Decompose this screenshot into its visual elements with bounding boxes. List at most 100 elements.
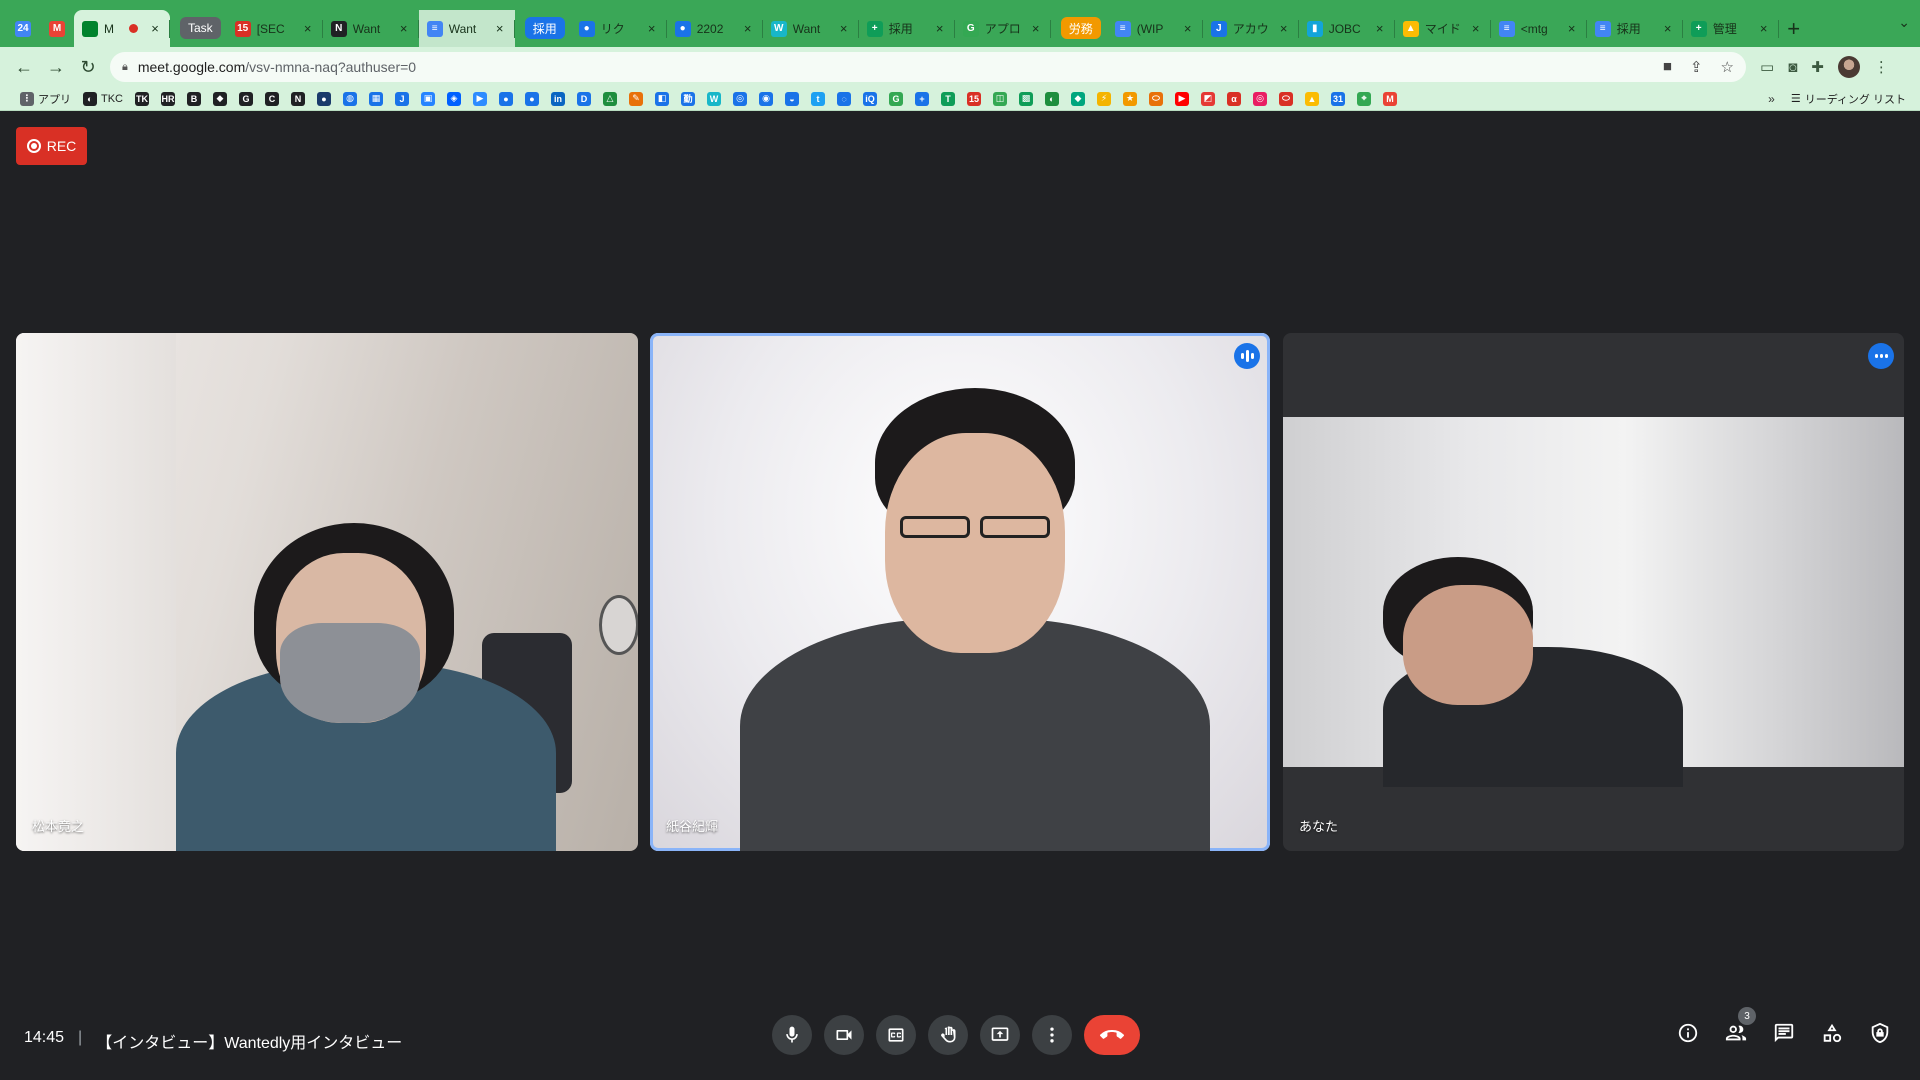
bookmark-item[interactable]: α: [1221, 89, 1247, 109]
bookmark-item[interactable]: ✎: [623, 89, 649, 109]
close-tab-icon[interactable]: ×: [1373, 21, 1387, 36]
close-tab-icon[interactable]: ×: [1029, 21, 1043, 36]
close-tab-icon[interactable]: ×: [645, 21, 659, 36]
bookmark-item[interactable]: G: [233, 89, 259, 109]
bookmark-item[interactable]: △: [597, 89, 623, 109]
bookmark-item[interactable]: T: [935, 89, 961, 109]
bookmark-item[interactable]: HR: [155, 89, 181, 109]
close-tab-icon[interactable]: ×: [741, 21, 755, 36]
bookmark-item[interactable]: ▣: [415, 89, 441, 109]
browser-tab[interactable]: M ×: [74, 10, 170, 47]
people-button[interactable]: 3: [1722, 1007, 1756, 1047]
back-button[interactable]: ←: [8, 51, 40, 83]
bookmark-item[interactable]: C: [259, 89, 285, 109]
bookmark-item[interactable]: D: [571, 89, 597, 109]
browser-tab[interactable]: G アプロ ×: [955, 10, 1051, 47]
bookmark-item[interactable]: ●: [493, 89, 519, 109]
bookmark-item[interactable]: ◐: [1039, 89, 1065, 109]
bookmarks-overflow-button[interactable]: »: [1768, 92, 1775, 106]
tab-group-label[interactable]: 採用: [524, 17, 565, 39]
participant-tile-2[interactable]: 紙谷紀輝: [650, 333, 1270, 851]
bookmark-item[interactable]: ▶: [1169, 89, 1195, 109]
browser-tab[interactable]: M: [40, 10, 74, 47]
bookmark-item[interactable]: ⚡: [1091, 89, 1117, 109]
bookmark-item[interactable]: iQ: [857, 89, 883, 109]
close-tab-icon[interactable]: ×: [837, 21, 851, 36]
bookmark-item[interactable]: +: [909, 89, 935, 109]
tab-search-icon[interactable]: ⌄: [1898, 14, 1910, 31]
browser-tab[interactable]: ▲ マイド ×: [1395, 10, 1491, 47]
close-tab-icon[interactable]: ×: [1181, 21, 1195, 36]
bookmark-item[interactable]: ▲: [1299, 89, 1325, 109]
bookmark-item[interactable]: M: [1377, 89, 1403, 109]
bookmark-item[interactable]: ◩: [1195, 89, 1221, 109]
extension-chat-icon[interactable]: ▭: [1760, 58, 1774, 76]
browser-tab[interactable]: ≡ (WIP ×: [1107, 10, 1203, 47]
bookmark-item[interactable]: ◧: [649, 89, 675, 109]
leave-call-button[interactable]: [1084, 1015, 1140, 1055]
bookmark-item[interactable]: J: [389, 89, 415, 109]
browser-tab[interactable]: 15 [SEC ×: [227, 10, 323, 47]
participant-tile-1[interactable]: 松本竟之: [16, 333, 638, 851]
browser-tab[interactable]: J アカウ ×: [1203, 10, 1299, 47]
close-tab-icon[interactable]: ×: [1277, 21, 1291, 36]
chat-button[interactable]: [1770, 1019, 1798, 1047]
bookmark-item[interactable]: ●: [311, 89, 337, 109]
reading-list-button[interactable]: ☰ リーディング リスト: [1791, 91, 1906, 107]
bookmark-item[interactable]: 15: [961, 89, 987, 109]
close-tab-icon[interactable]: ×: [397, 21, 411, 36]
bookmark-item[interactable]: ◌: [831, 89, 857, 109]
extensions-puzzle-icon[interactable]: ✚: [1811, 58, 1824, 76]
browser-tab[interactable]: W Want ×: [763, 10, 859, 47]
browser-tab[interactable]: 24: [6, 10, 40, 47]
close-tab-icon[interactable]: ×: [1469, 21, 1483, 36]
share-icon[interactable]: ⇪: [1690, 58, 1703, 76]
browser-tab[interactable]: ▮ JOBC ×: [1299, 10, 1395, 47]
activities-button[interactable]: [1818, 1019, 1846, 1047]
bookmark-item[interactable]: ◈: [441, 89, 467, 109]
tab-group-label[interactable]: Task: [180, 17, 221, 39]
bookmark-item[interactable]: ⬭: [1273, 89, 1299, 109]
bookmark-item[interactable]: ●: [519, 89, 545, 109]
bookmark-item[interactable]: ⋮ アプリ: [14, 89, 77, 109]
new-tab-button[interactable]: +: [1779, 10, 1809, 47]
bookmark-item[interactable]: ◎: [1247, 89, 1273, 109]
raise-hand-button[interactable]: [928, 1015, 968, 1055]
bookmark-item[interactable]: ◆: [207, 89, 233, 109]
close-tab-icon[interactable]: ×: [1565, 21, 1579, 36]
close-tab-icon[interactable]: ×: [493, 21, 507, 36]
close-tab-icon[interactable]: ×: [1757, 21, 1771, 36]
bookmark-item[interactable]: N: [285, 89, 311, 109]
bookmark-star-icon[interactable]: ☆: [1721, 58, 1734, 76]
bookmark-item[interactable]: ◒: [779, 89, 805, 109]
bookmark-item[interactable]: ▶: [467, 89, 493, 109]
bookmark-item[interactable]: t: [805, 89, 831, 109]
forward-button[interactable]: →: [40, 51, 72, 83]
profile-avatar[interactable]: [1837, 56, 1860, 78]
bookmark-item[interactable]: G: [883, 89, 909, 109]
browser-tab[interactable]: ≡ 採用 ×: [1587, 10, 1683, 47]
host-controls-button[interactable]: [1866, 1019, 1894, 1047]
browser-tab[interactable]: ≡ <mtg ×: [1491, 10, 1587, 47]
bookmark-item[interactable]: W: [701, 89, 727, 109]
bookmark-item[interactable]: ◉: [753, 89, 779, 109]
camera-button[interactable]: [824, 1015, 864, 1055]
browser-tab[interactable]: ● 2202 ×: [667, 10, 763, 47]
present-screen-button[interactable]: [980, 1015, 1020, 1055]
close-tab-icon[interactable]: ×: [301, 21, 315, 36]
address-bar[interactable]: 🔒︎ meet.google.com/vsv-nmna-naq?authuser…: [110, 52, 1746, 82]
more-options-button[interactable]: [1032, 1015, 1072, 1055]
reload-button[interactable]: ↻: [72, 51, 104, 83]
tab-group-label[interactable]: 労務: [1060, 17, 1101, 39]
extension-camera-icon[interactable]: ◙: [1788, 59, 1797, 76]
close-tab-icon[interactable]: ×: [148, 21, 162, 36]
captions-button[interactable]: [876, 1015, 916, 1055]
bookmark-item[interactable]: in: [545, 89, 571, 109]
bookmark-item[interactable]: ▦: [363, 89, 389, 109]
bookmark-item[interactable]: ◍: [337, 89, 363, 109]
bookmark-item[interactable]: ⬭: [1143, 89, 1169, 109]
close-tab-icon[interactable]: ×: [933, 21, 947, 36]
browser-tab[interactable]: + 管理 ×: [1683, 10, 1779, 47]
bookmark-item[interactable]: ◐ TKC: [77, 89, 129, 109]
recording-button[interactable]: REC: [16, 127, 87, 165]
